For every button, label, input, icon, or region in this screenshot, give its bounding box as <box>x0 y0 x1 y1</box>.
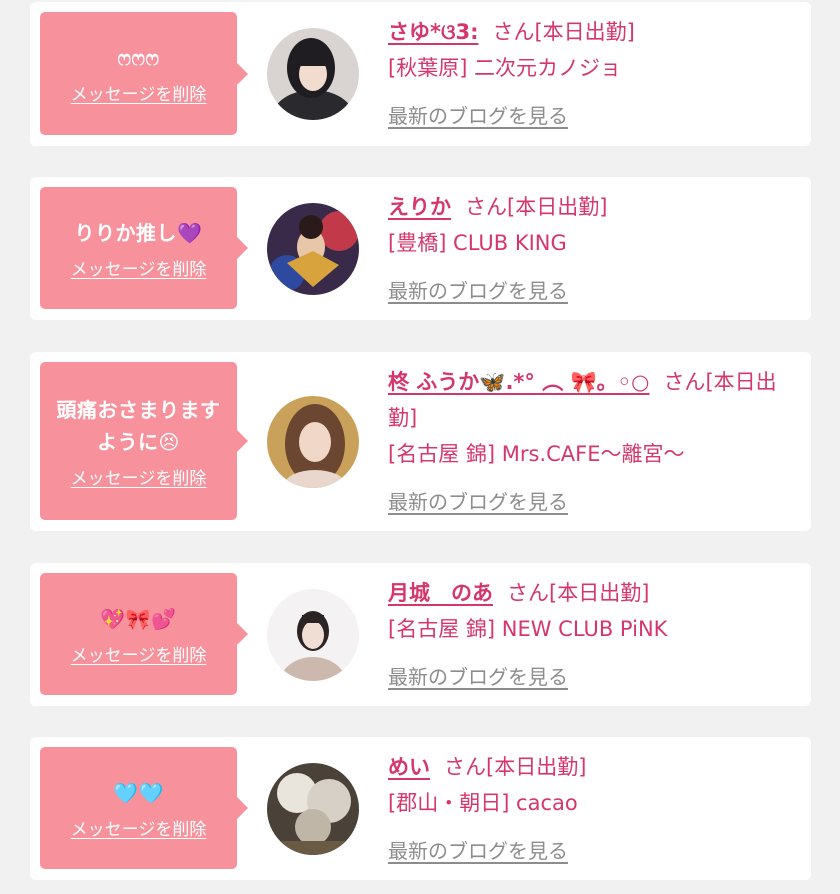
cast-name-link[interactable]: めい <box>388 755 430 779</box>
favorite-card: りりか推し💜 メッセージを削除 えりか さん[本日出勤] [豊橋] CLUB KI… <box>30 177 811 320</box>
favorite-card: ෆෆෆ メッセージを削除 さゆ*ଓ3: さん[本日出勤] [秋葉原] 二次元カノジ… <box>30 2 811 146</box>
shop-location: [秋葉原] 二次元カノジョ <box>388 56 622 80</box>
latest-blog-link[interactable]: 最新のブログを見る <box>388 98 568 134</box>
delete-message-link[interactable]: メッセージを削除 <box>71 815 207 840</box>
cast-info: さゆ*ଓ3: さん[本日出勤] [秋葉原] 二次元カノジョ 最新のブログを見る <box>388 14 797 134</box>
message-bubble: りりか推し💜 メッセージを削除 <box>40 187 248 309</box>
cast-info: めい さん[本日出勤] [郡山・朝日] cacao 最新のブログを見る <box>388 749 797 869</box>
avatar-photo <box>267 28 359 120</box>
avatar[interactable] <box>267 28 359 120</box>
avatar[interactable] <box>267 589 359 681</box>
attendance-status: [本日出勤] <box>507 195 608 219</box>
shop-location: [豊橋] CLUB KING <box>388 231 567 255</box>
latest-blog-link[interactable]: 最新のブログを見る <box>388 659 568 695</box>
shop-location: [郡山・朝日] cacao <box>388 791 578 815</box>
attendance-status: [本日出勤] <box>534 20 635 44</box>
message-bubble: 🩵🩵 メッセージを削除 <box>40 747 248 869</box>
avatar-photo <box>267 763 359 855</box>
avatar-photo <box>267 589 359 681</box>
delete-message-link[interactable]: メッセージを削除 <box>71 255 207 280</box>
delete-message-link[interactable]: メッセージを削除 <box>71 80 207 105</box>
message-text: 🩵🩵 <box>113 780 164 805</box>
cast-name-link[interactable]: えりか <box>388 195 451 219</box>
delete-message-link[interactable]: メッセージを削除 <box>71 641 207 666</box>
honorific: さん <box>444 755 486 779</box>
cast-name-link[interactable]: 柊 ふうか🦋.*° ︵ 🎀。◦○ <box>388 370 649 394</box>
cast-info: 月城 のあ さん[本日出勤] [名古屋 錦] NEW CLUB PiNK 最新のブ… <box>388 575 797 695</box>
avatar[interactable] <box>267 763 359 855</box>
message-bubble: 頭痛おさまりますように😣 メッセージを削除 <box>40 362 248 520</box>
shop-location: [名古屋 錦] NEW CLUB PiNK <box>388 617 668 641</box>
avatar[interactable] <box>267 396 359 488</box>
attendance-status: [本日出勤] <box>549 581 650 605</box>
favorite-card: 頭痛おさまりますように😣 メッセージを削除 柊 ふうか🦋.*° ︵ 🎀。◦○ さん… <box>30 352 811 531</box>
favorite-card: 💖🎀💕 メッセージを削除 月城 のあ さん[本日出勤] [名古屋 錦] NEW C… <box>30 563 811 706</box>
attendance-status: [本日出勤] <box>486 755 587 779</box>
avatar-photo <box>267 203 359 295</box>
message-text: ෆෆෆ <box>117 46 160 70</box>
message-text: 💖🎀💕 <box>100 606 177 631</box>
cast-info: 柊 ふうか🦋.*° ︵ 🎀。◦○ さん[本日出勤] [名古屋 錦] Mrs.CAF… <box>388 364 797 520</box>
message-bubble: 💖🎀💕 メッセージを削除 <box>40 573 248 695</box>
delete-message-link[interactable]: メッセージを削除 <box>71 464 207 489</box>
cast-name-link[interactable]: さゆ*ଓ3: <box>388 20 478 44</box>
latest-blog-link[interactable]: 最新のブログを見る <box>388 484 568 520</box>
message-text: 頭痛おさまりますように😣 <box>56 397 221 454</box>
message-bubble: ෆෆෆ メッセージを削除 <box>40 12 248 135</box>
latest-blog-link[interactable]: 最新のブログを見る <box>388 273 568 309</box>
honorific: さん <box>465 195 507 219</box>
cast-info: えりか さん[本日出勤] [豊橋] CLUB KING 最新のブログを見る <box>388 189 797 309</box>
honorific: さん <box>492 20 535 44</box>
favorite-card: 🩵🩵 メッセージを削除 めい さん[本日出勤] [郡山・朝日] cacao 最新の… <box>30 737 811 880</box>
cast-name-link[interactable]: 月城 のあ <box>388 581 493 605</box>
latest-blog-link[interactable]: 最新のブログを見る <box>388 833 568 869</box>
shop-location: [名古屋 錦] Mrs.CAFE〜離宮〜 <box>388 442 685 466</box>
honorific: さん <box>663 370 706 394</box>
honorific: さん <box>507 581 549 605</box>
message-text: りりか推し💜 <box>74 220 203 245</box>
avatar-photo <box>267 396 359 488</box>
avatar[interactable] <box>267 203 359 295</box>
